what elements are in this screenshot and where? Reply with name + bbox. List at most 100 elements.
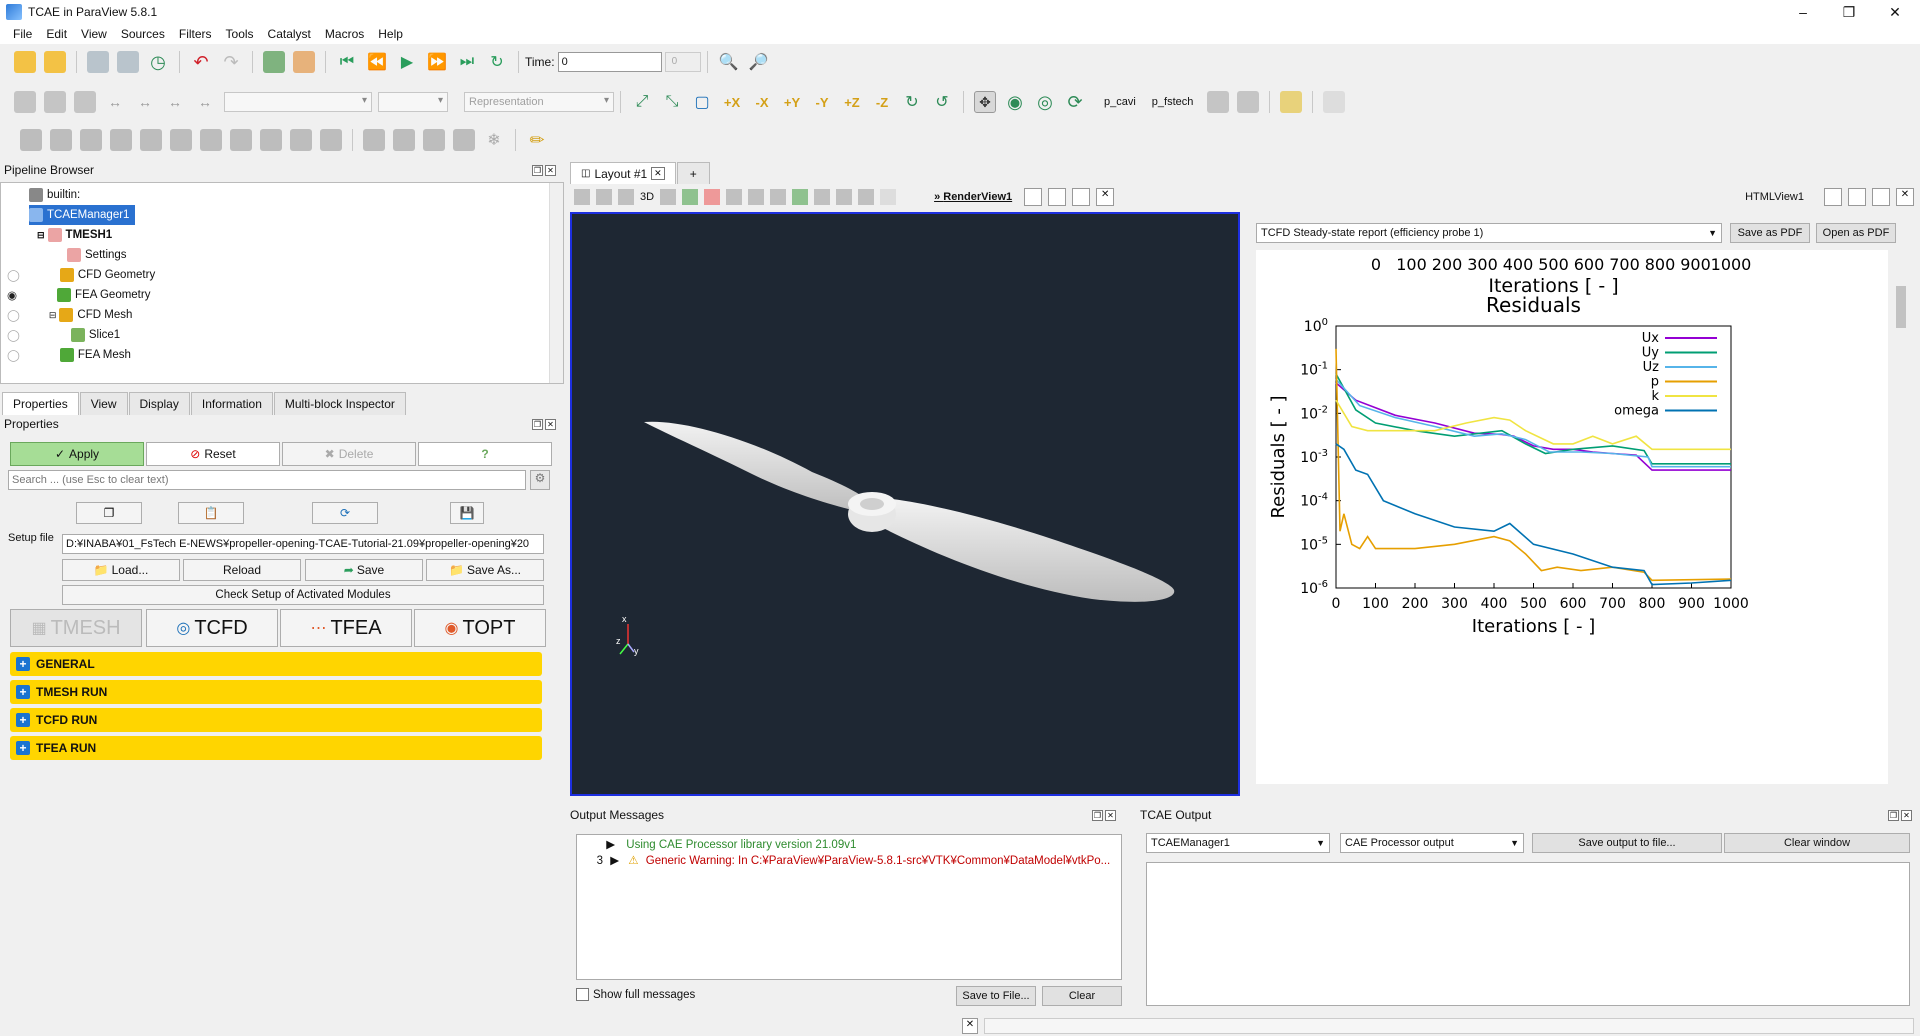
menu-catalyst[interactable]: Catalyst bbox=[261, 27, 318, 41]
expand-arrow-icon[interactable]: ▶ bbox=[606, 839, 615, 851]
rotate-minus-90-icon[interactable]: ↺ bbox=[931, 91, 953, 113]
threshold-icon[interactable] bbox=[140, 129, 162, 151]
tcae-tool-icon[interactable] bbox=[1207, 91, 1230, 113]
message-row[interactable]: ▶ Using CAE Processor library version 21… bbox=[583, 837, 856, 851]
clipboard-icon[interactable] bbox=[1323, 91, 1346, 113]
open-folder-icon[interactable] bbox=[14, 51, 36, 73]
close-view-icon[interactable]: ✕ bbox=[1096, 188, 1115, 206]
tab-properties[interactable]: Properties bbox=[2, 392, 79, 415]
hover-icon[interactable] bbox=[880, 189, 897, 205]
zoom-to-box-icon[interactable]: ▢ bbox=[691, 91, 713, 113]
reload-button[interactable]: Reload bbox=[183, 559, 301, 581]
close-panel-icon[interactable]: ✕ bbox=[1901, 810, 1912, 821]
close-view-icon[interactable]: ✕ bbox=[1896, 188, 1914, 206]
save-button[interactable]: ➦ Save bbox=[305, 559, 423, 581]
save-output-button[interactable]: Save output to file... bbox=[1532, 833, 1722, 853]
clear-button[interactable]: Clear bbox=[1042, 986, 1122, 1006]
tcae-tool2-icon[interactable] bbox=[1237, 91, 1260, 113]
group-datasets-icon[interactable] bbox=[290, 129, 312, 151]
close-panel-icon[interactable]: ✕ bbox=[545, 419, 556, 430]
next-frame-icon[interactable]: ⏩ bbox=[426, 51, 448, 73]
search-input[interactable]: Search ... (use Esc to clear text) bbox=[8, 470, 526, 490]
tab-display[interactable]: Display bbox=[128, 392, 190, 415]
calculator-icon[interactable] bbox=[20, 129, 42, 151]
grow-selection-icon[interactable] bbox=[814, 189, 831, 205]
redo-icon[interactable]: ↷ bbox=[220, 51, 242, 73]
add-layout-tab[interactable]: + bbox=[676, 162, 710, 184]
paste-icon[interactable]: 📋 bbox=[178, 502, 244, 524]
first-frame-icon[interactable]: ⏮ bbox=[336, 51, 358, 73]
tcfd-module-button[interactable]: ◎ TCFD bbox=[146, 609, 278, 647]
probe-icon[interactable] bbox=[393, 129, 415, 151]
section-tfea-run[interactable]: + TFEA RUN bbox=[10, 736, 542, 760]
screenshot-icon[interactable] bbox=[618, 189, 634, 205]
pipeline-scrollbar[interactable] bbox=[549, 183, 563, 383]
check-setup-button[interactable]: Check Setup of Activated Modules bbox=[62, 585, 544, 605]
toggle-3d-button[interactable]: 3D bbox=[640, 191, 654, 203]
minimize-icon[interactable]: – bbox=[1780, 0, 1826, 24]
undo-icon[interactable]: ↶ bbox=[190, 51, 212, 73]
adjust-camera-icon[interactable] bbox=[660, 189, 677, 205]
menu-edit[interactable]: Edit bbox=[39, 27, 74, 41]
menu-sources[interactable]: Sources bbox=[114, 27, 172, 41]
find-data-icon[interactable]: 🔍 bbox=[718, 51, 740, 73]
disconnect-icon[interactable] bbox=[117, 51, 139, 73]
maximize-view-icon[interactable] bbox=[1872, 188, 1890, 206]
tab-view[interactable]: View bbox=[79, 392, 128, 415]
undock-icon[interactable]: ❐ bbox=[532, 165, 543, 176]
loop-icon[interactable]: ↻ bbox=[486, 51, 508, 73]
view-minus-x-icon[interactable]: -X bbox=[751, 91, 773, 113]
eye-hidden-icon[interactable]: ◯ bbox=[7, 348, 20, 362]
tree-item-tmesh1[interactable]: ⊟ TMESH1 bbox=[37, 225, 112, 245]
refresh-icon[interactable]: ⟳ bbox=[312, 502, 378, 524]
plot-over-line-icon[interactable] bbox=[423, 129, 445, 151]
menu-macros[interactable]: Macros bbox=[318, 27, 371, 41]
glyph-icon[interactable] bbox=[200, 129, 222, 151]
maximize-view-icon[interactable] bbox=[1072, 188, 1091, 206]
select-frustum-icon[interactable] bbox=[726, 189, 743, 205]
ruler-icon[interactable]: ✏ bbox=[526, 129, 548, 151]
status-close-icon[interactable]: ✕ bbox=[962, 1018, 978, 1034]
tab-information[interactable]: Information bbox=[190, 392, 273, 415]
zoom-data-icon[interactable]: 🔎 bbox=[748, 51, 770, 73]
new-document-icon[interactable] bbox=[1280, 91, 1303, 113]
output-source-select[interactable]: CAE Processor output ▼ bbox=[1340, 833, 1524, 853]
manager-select[interactable]: TCAEManager1 ▼ bbox=[1146, 833, 1330, 853]
extract-subset-icon[interactable] bbox=[170, 129, 192, 151]
view-minus-y-icon[interactable]: -Y bbox=[811, 91, 833, 113]
reset-button[interactable]: ⊘ Reset bbox=[146, 442, 280, 466]
rotate-plus-90-icon[interactable]: ↻ bbox=[901, 91, 923, 113]
last-frame-icon[interactable]: ⏭ bbox=[456, 51, 478, 73]
undock-icon[interactable]: ❐ bbox=[1888, 810, 1899, 821]
tree-item-cfd-mesh[interactable]: ◯ ⊟ CFD Mesh bbox=[7, 305, 132, 325]
report-select[interactable]: TCFD Steady-state report (efficiency pro… bbox=[1256, 223, 1722, 243]
select-polygon-icon[interactable] bbox=[748, 189, 765, 205]
tree-item-cfd-geometry[interactable]: ◯ CFD Geometry bbox=[7, 265, 155, 285]
save-disk-icon[interactable]: 💾 bbox=[450, 502, 484, 524]
open-recent-icon[interactable] bbox=[44, 51, 66, 73]
expand-arrow-icon[interactable]: ▶ bbox=[610, 855, 619, 867]
tree-item-tcaemanager[interactable]: TCAEManager1 bbox=[29, 205, 136, 225]
capture-icon[interactable] bbox=[574, 189, 590, 205]
view-plus-z-icon[interactable]: +Z bbox=[841, 91, 863, 113]
play-icon[interactable]: ▶ bbox=[396, 51, 418, 73]
select-points-on-icon[interactable] bbox=[704, 189, 721, 205]
tree-item-slice1[interactable]: ◯ Slice1 bbox=[7, 325, 120, 345]
topt-module-button[interactable]: ◉ TOPT bbox=[414, 609, 546, 647]
split-horizontal-icon[interactable] bbox=[1824, 188, 1842, 206]
menu-tools[interactable]: Tools bbox=[219, 27, 261, 41]
html-report-view[interactable]: 0 100 200 300 400 500 600 700 800 900 1000 Iteratio… bbox=[1256, 250, 1888, 784]
select-block-icon[interactable] bbox=[792, 189, 809, 205]
close-tab-icon[interactable]: ✕ bbox=[651, 167, 665, 180]
shrink-selection-icon[interactable] bbox=[836, 189, 853, 205]
menu-filters[interactable]: Filters bbox=[172, 27, 219, 41]
close-panel-icon[interactable]: ✕ bbox=[545, 165, 556, 176]
tree-item-settings[interactable]: Settings bbox=[67, 245, 127, 265]
zoom-closest-icon[interactable]: ⤡ bbox=[661, 91, 683, 113]
tab-multiblock-inspector[interactable]: Multi-block Inspector bbox=[273, 392, 406, 415]
arrows-y-icon[interactable]: ↔ bbox=[134, 91, 156, 113]
pick-center-icon[interactable]: ◎ bbox=[1034, 91, 1056, 113]
tree-item-fea-geometry[interactable]: ◉ FEA Geometry bbox=[7, 285, 150, 305]
show-full-checkbox[interactable] bbox=[576, 988, 589, 1001]
clear-selection-icon[interactable] bbox=[858, 189, 875, 205]
